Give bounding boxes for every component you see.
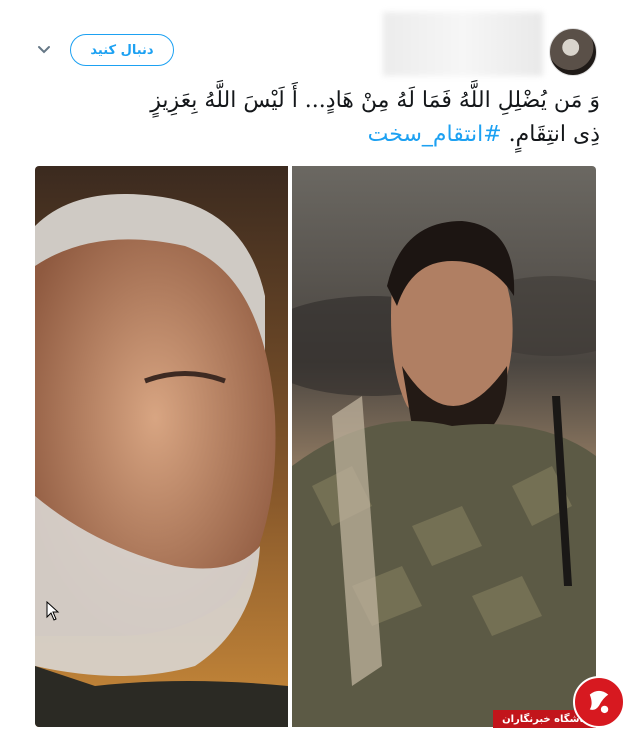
watermark: باشگاه خبرنگاران	[493, 676, 630, 731]
chevron-down-icon[interactable]	[36, 42, 52, 58]
blurred-account-name	[383, 12, 543, 76]
avatar[interactable]	[549, 28, 597, 76]
news-agency-logo	[573, 676, 625, 728]
tweet-line-2-text: ذِى انتِقَامٍ.	[508, 122, 600, 147]
photo-left[interactable]	[35, 166, 288, 727]
hashtag-link[interactable]: #انتقام_سخت	[368, 122, 502, 147]
tweet-line-2: ذِى انتِقَامٍ. #انتقام_سخت	[20, 118, 600, 152]
tweet-text: وَ مَن يُضْلِلِ اللَّهُ فَمَا لَهُ مِنْ …	[20, 84, 600, 152]
mouse-cursor-icon	[46, 601, 60, 621]
photo-right[interactable]	[292, 166, 596, 727]
follow-button[interactable]: دنبال کنید	[70, 34, 174, 66]
tweet-media[interactable]	[35, 166, 596, 727]
tweet-line-1: وَ مَن يُضْلِلِ اللَّهُ فَمَا لَهُ مِنْ …	[150, 88, 600, 113]
